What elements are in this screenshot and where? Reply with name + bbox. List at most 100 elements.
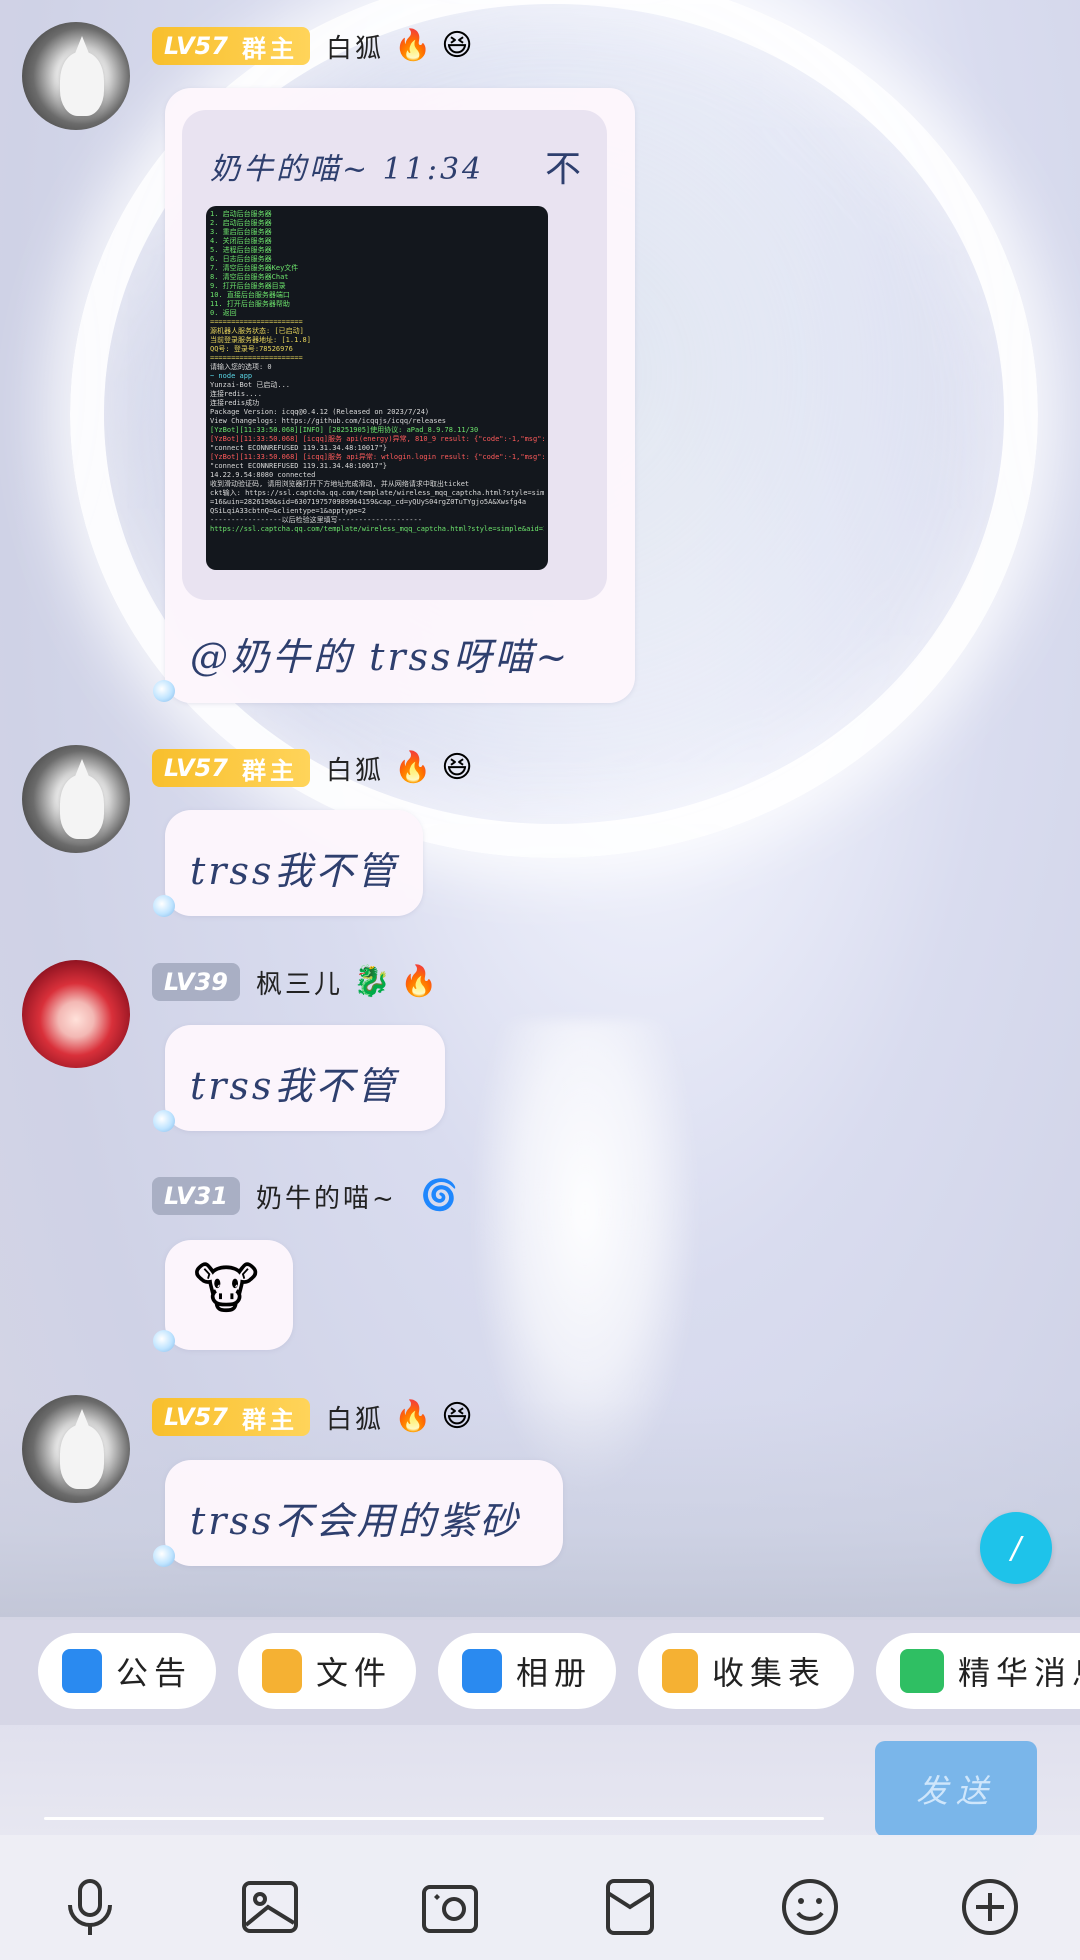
smile-badge-icon: 😆 <box>441 28 473 63</box>
camera-icon[interactable] <box>418 1875 482 1939</box>
terminal-line: -----------------以后检验这里填写---------------… <box>210 516 422 524</box>
message-bubble[interactable]: 🐮 <box>165 1240 293 1350</box>
message-text: @奶牛的 trss呀喵~ <box>190 635 571 679</box>
terminal-line: [YzBot][11:33:50.068][INFO] [28251905]使用… <box>210 426 479 434</box>
terminal-screenshot[interactable]: 1. 启动后台服务器 2. 启动后台服务器 3. 重启后台服务器 4. 关闭后台服务器… <box>206 206 548 570</box>
sender-meta: LV39 枫三儿 🐉 🔥 <box>152 960 438 1004</box>
plus-icon[interactable] <box>958 1875 1022 1939</box>
terminal-line: 8. 清空后台服务器Chat <box>210 273 289 281</box>
swirl-badge-icon: 🌀 <box>420 1178 459 1213</box>
bubble-tail-icon <box>153 895 175 917</box>
avatar[interactable] <box>22 22 130 130</box>
terminal-line: 请输入您的选项: 0 <box>210 363 272 371</box>
avatar[interactable] <box>22 960 130 1068</box>
essence-icon <box>900 1649 944 1693</box>
chip-essence[interactable]: 精华消息 <box>876 1633 1080 1709</box>
message-bubble[interactable]: trss我不管 <box>165 1025 445 1131</box>
album-icon <box>462 1649 502 1693</box>
smile-badge-icon: 😆 <box>441 1399 473 1434</box>
avatar[interactable] <box>22 1395 130 1503</box>
terminal-line: 6. 日志后台服务器 <box>210 255 272 263</box>
form-icon <box>662 1649 698 1693</box>
send-button[interactable]: 发送 <box>875 1741 1037 1837</box>
cow-sticker-icon[interactable]: 🐮 <box>193 1262 259 1318</box>
terminal-line: QSiLqiA33cbtnQ=&clientype=1&apptype=2 <box>210 507 366 515</box>
chip-files[interactable]: 文件 <box>238 1633 416 1709</box>
level-badge: LV31 <box>152 1177 240 1215</box>
terminal-line: ckt输入: https://ssl.captcha.qq.com/templa… <box>210 489 544 497</box>
terminal-line: "connect ECONNREFUSED 119.31.34.48:10017… <box>210 444 388 452</box>
announcement-icon <box>62 1649 102 1693</box>
fire-badge-icon: 🔥 <box>393 750 432 785</box>
terminal-line: QQ号: 登录号:78526976 <box>210 345 293 353</box>
terminal-line: 源机器人服务状态: [已启动] <box>210 327 304 335</box>
image-icon[interactable] <box>238 1875 302 1939</box>
level-badge: LV57 群主 <box>152 27 310 65</box>
terminal-line: 连接redis.... <box>210 390 262 398</box>
sender-name[interactable]: 白狐 <box>326 750 384 787</box>
emoji-icon[interactable] <box>778 1875 842 1939</box>
terminal-line: 5. 进程后台服务器 <box>210 246 272 254</box>
sender-meta: LV31 奶牛的喵~ 🌀 <box>152 1174 458 1218</box>
terminal-line: 9. 打开后台服务器目录 <box>210 282 286 290</box>
bubble-tail-icon <box>153 1330 175 1352</box>
terminal-line: 3. 重启后台服务器 <box>210 228 272 236</box>
terminal-line: [YzBot][11:33:50.068] [icqq]服务 api异常: wt… <box>210 453 544 461</box>
level-badge: LV57 群主 <box>152 749 310 787</box>
avatar[interactable] <box>22 745 130 853</box>
bubble-tail-icon <box>153 1110 175 1132</box>
fire-badge-icon: 🔥 <box>393 28 432 63</box>
group-tools-bar: 公告 文件 相册 收集表 精华消息 <box>0 1617 1080 1725</box>
bottom-action-bar <box>0 1835 1080 1960</box>
terminal-line: https://ssl.captcha.qq.com/template/wire… <box>210 525 544 533</box>
quoted-message[interactable]: 奶牛的喵~ 11:34 不 1. 启动后台服务器 2. 启动后台服务器 3. 重启后… <box>182 110 607 600</box>
terminal-line: "connect ECONNREFUSED 119.31.34.48:10017… <box>210 462 388 470</box>
bubble-tail-icon <box>153 1545 175 1567</box>
message-bubble[interactable]: trss我不管 <box>165 810 423 916</box>
terminal-line: 11. 打开后台服务器帮助 <box>210 300 290 308</box>
fire-badge-icon: 🔥 <box>393 1399 432 1434</box>
level-badge: LV39 <box>152 963 240 1001</box>
terminal-line: 当前登录服务器地址: [1.1.8] <box>210 336 311 344</box>
terminal-line: Yunzai-Bot 已启动... <box>210 381 291 389</box>
sender-name[interactable]: 白狐 <box>326 1399 384 1436</box>
terminal-line: [YzBot][11:33:50.068] [icqq]服务 api(energ… <box>210 435 544 443</box>
sender-name[interactable]: 奶牛的喵~ <box>256 1178 397 1215</box>
smile-badge-icon: 😆 <box>441 750 473 785</box>
terminal-line: 收到滑动验证码, 请用浏览器打开下方地址完成滑动, 并从网络请求中取出ticke… <box>210 480 470 488</box>
sender-meta: LV57 群主 白狐 🔥 😆 <box>152 24 473 68</box>
jump-to-latest-button[interactable]: / <box>980 1512 1052 1584</box>
terminal-line: 7. 清空后台服务器Key文件 <box>210 264 299 272</box>
message-text: trss不会用的紫砂 <box>190 1499 521 1543</box>
terminal-line: ~ node app <box>210 372 253 380</box>
message-text: trss我不管 <box>190 849 398 893</box>
terminal-line: ====================== <box>210 318 303 326</box>
message-bubble[interactable]: trss不会用的紫砂 <box>165 1460 563 1566</box>
terminal-line: Package Version: icqq@0.4.12 (Released o… <box>210 408 430 416</box>
terminal-line: 2. 启动后台服务器 <box>210 219 272 227</box>
terminal-line: 连接redis成功 <box>210 399 260 407</box>
sender-name[interactable]: 白狐 <box>326 28 384 65</box>
chip-announcement[interactable]: 公告 <box>38 1633 216 1709</box>
terminal-line: 14.22.9.54:8080 connected <box>210 471 316 479</box>
scroll-up-icon[interactable]: 不 <box>545 140 581 192</box>
terminal-line: View Changelogs: https://github.com/icqq… <box>210 417 447 425</box>
dragon-badge-icon: 🐉 <box>352 964 391 999</box>
fire-badge-icon: 🔥 <box>400 964 438 999</box>
terminal-line: 10. 直接后台服务器端口 <box>210 291 290 299</box>
folder-icon <box>262 1649 302 1693</box>
microphone-icon[interactable] <box>58 1875 122 1939</box>
red-packet-icon[interactable] <box>598 1875 662 1939</box>
message-bubble[interactable]: 奶牛的喵~ 11:34 不 1. 启动后台服务器 2. 启动后台服务器 3. 重启后… <box>165 88 635 703</box>
input-underline <box>44 1817 824 1820</box>
terminal-line: 0. 返回 <box>210 309 237 317</box>
level-badge: LV57 群主 <box>152 1398 310 1436</box>
bubble-tail-icon <box>153 680 175 702</box>
message-text: trss我不管 <box>190 1064 398 1108</box>
terminal-line: =16&uin=2826190&sid=6307197570989964159&… <box>210 498 527 506</box>
sender-name[interactable]: 枫三儿 <box>256 964 343 1001</box>
terminal-line: 4. 关闭后台服务器 <box>210 237 272 245</box>
chip-album[interactable]: 相册 <box>438 1633 616 1709</box>
chip-form[interactable]: 收集表 <box>638 1633 854 1709</box>
terminal-line: ====================== <box>210 354 303 362</box>
